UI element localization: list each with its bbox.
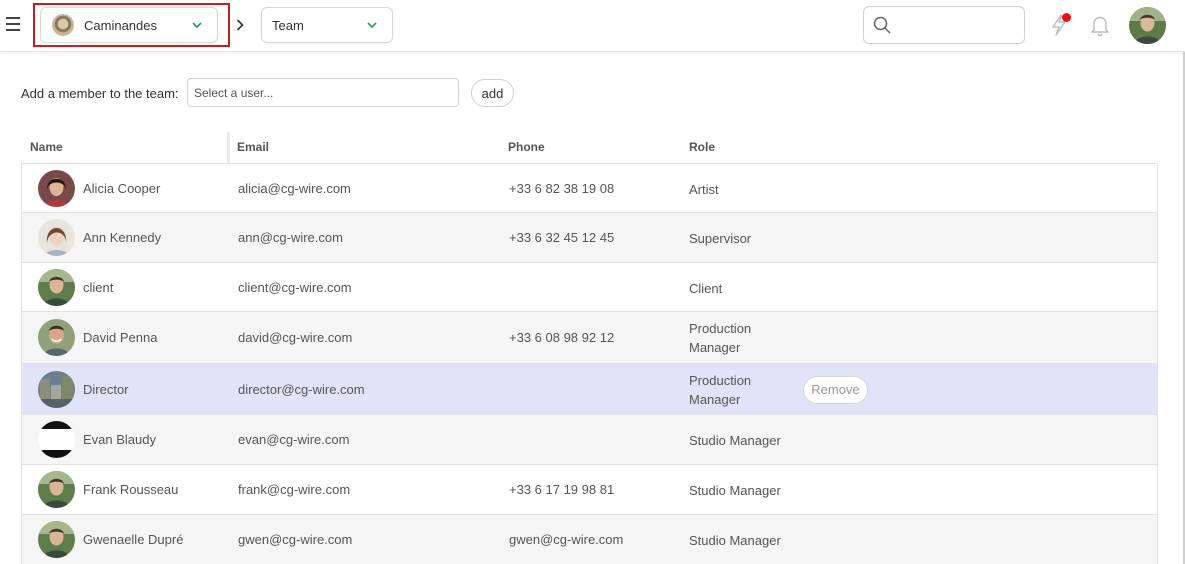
- role-line: Client: [689, 280, 723, 296]
- role-line: Studio Manager: [689, 433, 781, 448]
- chevron-down-icon: [188, 16, 206, 34]
- notification-dot: [1062, 13, 1071, 22]
- add-member-label: Add a member to the team:: [21, 86, 179, 101]
- column-phone-header: Phone: [508, 140, 545, 154]
- column-email-header: Email: [237, 140, 270, 154]
- member-phone: +33 6 17 19 98 81: [509, 482, 615, 497]
- add-member-button[interactable]: add: [471, 79, 514, 107]
- member-name[interactable]: client: [83, 280, 113, 295]
- member-email: frank@cg-wire.com: [238, 482, 351, 497]
- member-phone: +33 6 08 98 92 12: [509, 330, 615, 345]
- member-name[interactable]: Gwenaelle Dupré: [83, 532, 183, 547]
- member-role: Supervisor: [689, 229, 751, 248]
- column-role-header: Role: [689, 140, 716, 154]
- member-email: alicia@cg-wire.com: [238, 180, 351, 196]
- member-role: Studio Manager: [689, 431, 781, 450]
- production-name: Caminandes: [84, 17, 157, 33]
- top-bar: Caminandes Team: [0, 0, 1185, 52]
- member-name[interactable]: Frank Rousseau: [83, 482, 178, 497]
- role-line: Manager: [689, 391, 741, 407]
- member-name[interactable]: Evan Blaudy: [83, 432, 156, 447]
- table-row[interactable]: client client@cg-wire.com Client: [22, 263, 1157, 312]
- search-input[interactable]: [898, 10, 1018, 40]
- member-email: client@cg-wire.com: [238, 279, 352, 295]
- role-line: Production: [689, 372, 752, 388]
- search-icon: [873, 16, 891, 34]
- avatar[interactable]: [38, 521, 75, 558]
- table-row[interactable]: Director director@cg-wire.com Production Ma…: [22, 364, 1157, 415]
- role-line: Supervisor: [689, 231, 752, 246]
- member-role: Studio Manager: [689, 531, 781, 550]
- table-row[interactable]: David Penna david@cg-wire.com +33 6 08 98 …: [22, 312, 1157, 364]
- member-name[interactable]: David Penna: [83, 330, 157, 345]
- member-role: Production Manager: [689, 319, 751, 357]
- team-table: Alicia Cooper alicia@cg-wire.com +33 6 82 …: [21, 163, 1158, 564]
- member-email: david@cg-wire.com: [238, 330, 353, 345]
- chevron-down-icon: [363, 16, 381, 34]
- member-role: Studio Manager: [689, 481, 781, 500]
- remove-member-button[interactable]: Remove: [803, 375, 868, 404]
- chevron-right-icon: [233, 17, 247, 33]
- member-role: Artist: [689, 180, 719, 199]
- member-name[interactable]: Ann Kennedy: [83, 230, 161, 245]
- member-email: evan@cg-wire.com: [238, 432, 350, 447]
- user-avatar[interactable]: [1129, 7, 1166, 44]
- section-selector[interactable]: Team: [261, 7, 393, 43]
- avatar[interactable]: [38, 370, 75, 408]
- member-email: gwen@cg-wire.com: [238, 532, 353, 547]
- user-select-input[interactable]: [187, 78, 459, 107]
- avatar[interactable]: [38, 169, 75, 207]
- role-line: Production: [689, 321, 752, 336]
- role-line: Manager: [689, 340, 741, 355]
- member-email: ann@cg-wire.com: [238, 230, 343, 245]
- avatar[interactable]: [38, 268, 75, 306]
- member-phone: +33 6 82 38 19 08: [509, 180, 615, 196]
- member-phone: gwen@cg-wire.com: [509, 532, 624, 547]
- role-line: Studio Manager: [689, 483, 781, 498]
- production-thumbnail: [52, 14, 74, 36]
- member-name[interactable]: Director: [83, 382, 129, 397]
- table-row[interactable]: Ann Kennedy ann@cg-wire.com +33 6 32 45 12…: [22, 213, 1157, 263]
- member-role: Client: [689, 279, 722, 298]
- member-role: Production Manager: [689, 371, 751, 409]
- avatar[interactable]: [38, 219, 75, 256]
- section-name: Team: [272, 17, 304, 33]
- menu-icon[interactable]: [6, 17, 20, 33]
- avatar[interactable]: [38, 471, 75, 508]
- table-row[interactable]: Alicia Cooper alicia@cg-wire.com +33 6 82 …: [22, 164, 1157, 213]
- member-email: director@cg-wire.com: [238, 381, 365, 397]
- search-box[interactable]: [863, 6, 1025, 44]
- table-row[interactable]: Frank Rousseau frank@cg-wire.com +33 6 17 …: [22, 465, 1157, 515]
- table-row[interactable]: Evan Blaudy evan@cg-wire.com Studio Manage…: [22, 415, 1157, 465]
- production-selector[interactable]: Caminandes: [40, 7, 218, 43]
- avatar[interactable]: [38, 421, 75, 458]
- role-line: Artist: [689, 181, 719, 197]
- member-name[interactable]: Alicia Cooper: [83, 181, 160, 196]
- table-row[interactable]: Gwenaelle Dupré gwen@cg-wire.com gwen@cg-w…: [22, 515, 1157, 564]
- bell-icon[interactable]: [1088, 13, 1112, 37]
- avatar[interactable]: [38, 319, 75, 356]
- table-header: Name Email Phone Role: [21, 132, 1158, 163]
- column-divider[interactable]: [227, 132, 230, 163]
- role-line: Studio Manager: [689, 533, 781, 548]
- member-phone: +33 6 32 45 12 45: [509, 230, 615, 245]
- column-name-header: Name: [30, 140, 63, 154]
